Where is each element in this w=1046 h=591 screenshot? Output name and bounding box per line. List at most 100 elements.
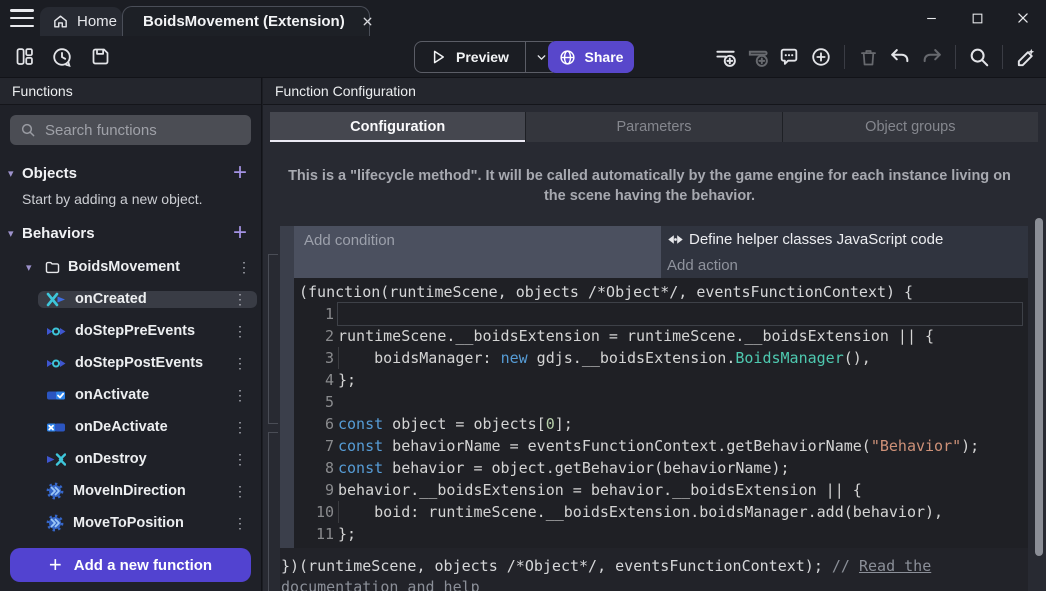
code-line[interactable]: 2runtimeScene.__boidsExtension = runtime…	[294, 325, 1028, 347]
tab-extension[interactable]: BoidsMovement (Extension)	[122, 6, 370, 36]
add-comment-icon[interactable]	[775, 43, 803, 71]
tab-home[interactable]: Home	[40, 7, 122, 36]
code-line[interactable]: 6const object = objects[0];	[294, 413, 1028, 435]
function-item-oncreated[interactable]: onCreated ⋮	[38, 291, 257, 308]
play-icon	[429, 48, 447, 66]
code-lines: 12runtimeScene.__boidsExtension = runtim…	[294, 303, 1028, 545]
plus-icon: +	[49, 554, 62, 576]
code-line[interactable]: 11};	[294, 523, 1028, 545]
maximize-button[interactable]	[954, 0, 1000, 36]
documentation-link[interactable]: Read the	[859, 557, 931, 575]
function-item-ondeactivate[interactable]: onDeActivate ⋮	[38, 419, 257, 436]
code-line[interactable]: 4};	[294, 369, 1028, 391]
search-events-icon[interactable]	[965, 43, 993, 71]
code-line[interactable]: 5	[294, 391, 1028, 413]
add-object-button[interactable]: +	[229, 161, 251, 185]
title-bar: Home BoidsMovement (Extension)	[0, 0, 1046, 36]
event-selection-bracket	[268, 432, 278, 591]
function-menu-icon[interactable]: ⋮	[223, 387, 257, 404]
search-placeholder: Search functions	[45, 122, 157, 139]
folder-menu-icon[interactable]: ⋮	[227, 259, 261, 276]
add-event-icon[interactable]	[711, 43, 739, 71]
edit-extension-icon[interactable]	[1012, 43, 1040, 71]
tab-object-groups[interactable]: Object groups	[783, 112, 1038, 142]
sidebar-title: Functions	[0, 78, 261, 105]
step-icon	[46, 356, 66, 371]
js-code-event: Add condition Define helper classes Java…	[280, 226, 1028, 548]
folder-collapse-icon[interactable]: ▾	[26, 261, 44, 274]
save-icon[interactable]	[86, 43, 114, 71]
code-line[interactable]: 1	[294, 303, 1028, 325]
redo-icon[interactable]	[918, 43, 946, 71]
event-title[interactable]: Define helper classes JavaScript code	[661, 226, 1028, 253]
add-subevent-icon[interactable]	[743, 43, 771, 71]
tab-close-icon[interactable]	[357, 13, 378, 30]
code-line[interactable]: 3 boidsManager: new gdjs.__boidsExtensio…	[294, 347, 1028, 369]
share-label: Share	[585, 49, 624, 65]
code-line[interactable]: 7const behaviorName = eventsFunctionCont…	[294, 435, 1028, 457]
function-menu-icon[interactable]: ⋮	[223, 419, 257, 436]
code-line[interactable]: 10 boid: runtimeScene.__boidsExtension.b…	[294, 501, 1028, 523]
step-icon	[46, 324, 66, 339]
javascript-code-editor[interactable]: (function(runtimeScene, objects /*Object…	[294, 278, 1028, 548]
tab-extension-label: BoidsMovement (Extension)	[143, 13, 345, 30]
function-menu-icon[interactable]: ⋮	[223, 515, 257, 532]
event-selection-bracket	[268, 254, 278, 424]
search-functions-input[interactable]: Search functions	[10, 115, 251, 145]
function-menu-icon[interactable]: ⋮	[223, 483, 257, 500]
tab-configuration[interactable]: Configuration	[270, 112, 526, 142]
function-item-movetoposition[interactable]: MoveToPosition ⋮	[38, 514, 257, 532]
toolbar: Preview Share	[0, 36, 1046, 78]
function-item-dosteppostevents[interactable]: doStepPostEvents ⋮	[38, 355, 257, 372]
function-menu-icon[interactable]: ⋮	[223, 355, 257, 372]
code-line[interactable]: 8const behavior = object.getBehavior(beh…	[294, 457, 1028, 479]
undo-icon[interactable]	[886, 43, 914, 71]
minimize-button[interactable]	[908, 0, 954, 36]
tab-parameters[interactable]: Parameters	[526, 112, 782, 142]
function-menu-icon[interactable]: ⋮	[223, 323, 257, 340]
add-other-event-icon[interactable]	[807, 43, 835, 71]
folder-icon	[44, 259, 61, 276]
function-menu-icon[interactable]: ⋮	[223, 291, 257, 308]
close-button[interactable]	[1000, 0, 1046, 36]
objects-section-header: ▾ Objects +	[0, 157, 261, 189]
code-line[interactable]: 9behavior.__boidsExtension = behavior.__…	[294, 479, 1028, 501]
functions-sidebar: Functions Search functions ▾ Objects + S…	[0, 78, 262, 591]
search-icon	[20, 122, 36, 138]
share-button[interactable]: Share	[548, 41, 634, 73]
code-wrapper-footer: })(runtimeScene, objects /*Object*/, eve…	[280, 548, 1028, 591]
configuration-tabs: Configuration Parameters Object groups	[270, 112, 1038, 142]
oncreated-icon	[46, 292, 66, 307]
function-item-onactivate[interactable]: onActivate ⋮	[38, 387, 257, 404]
gear-icon	[46, 514, 64, 532]
documentation-link[interactable]: documentation and help	[281, 578, 480, 591]
main-menu-icon[interactable]	[10, 9, 34, 27]
function-item-ondestroy[interactable]: onDestroy ⋮	[38, 451, 257, 468]
add-condition-button[interactable]: Add condition	[294, 226, 661, 278]
add-action-button[interactable]: Add action	[661, 253, 1028, 278]
function-item-dostelpreevents[interactable]: doStepPreEvents ⋮	[38, 323, 257, 340]
behaviors-tree: ▾ BoidsMovement ⋮ onCreated ⋮ doStepPreE…	[0, 251, 261, 539]
objects-collapse-icon[interactable]: ▾	[8, 167, 22, 180]
vertical-scrollbar[interactable]	[1035, 218, 1043, 556]
activate-icon	[46, 388, 66, 403]
preview-button[interactable]: Preview	[414, 41, 559, 73]
function-item-moveindirection[interactable]: MoveInDirection ⋮	[38, 482, 257, 500]
objects-section-label: Objects	[22, 165, 229, 182]
destroy-icon	[46, 452, 66, 467]
window-controls	[908, 0, 1046, 36]
home-icon	[52, 13, 69, 30]
behaviors-collapse-icon[interactable]: ▾	[8, 227, 22, 240]
project-manager-icon[interactable]	[10, 43, 38, 71]
delete-icon[interactable]	[854, 43, 882, 71]
add-behavior-button[interactable]: +	[229, 221, 251, 245]
function-configuration-panel: Function Configuration Configuration Par…	[263, 78, 1046, 591]
function-menu-icon[interactable]: ⋮	[223, 451, 257, 468]
footer-comment: //	[832, 557, 859, 575]
globe-icon	[559, 49, 576, 66]
history-icon[interactable]	[48, 43, 76, 71]
add-function-button[interactable]: + Add a new function	[10, 548, 251, 582]
behavior-folder-boidsmovement[interactable]: ▾ BoidsMovement ⋮	[0, 251, 261, 283]
add-function-label: Add a new function	[74, 557, 212, 574]
event-drag-handle[interactable]	[280, 226, 294, 548]
